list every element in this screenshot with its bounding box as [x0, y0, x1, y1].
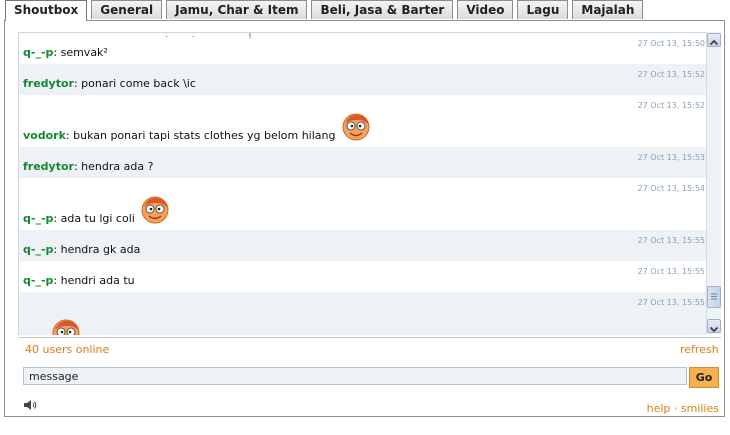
message-timestamp: 27 Oct 13, 15:55	[637, 236, 705, 245]
smiley-face-icon	[141, 196, 169, 224]
chat-scrollbar[interactable]	[706, 32, 721, 334]
message-username[interactable]: q-_-p	[23, 46, 53, 59]
message-timestamp: 27 Oct 13, 15:55	[637, 298, 705, 307]
help-link[interactable]: help	[647, 402, 671, 415]
message-timestamp: 27 Oct 13, 15:54	[637, 184, 705, 193]
tab-lagu[interactable]: Lagu	[517, 0, 569, 19]
arrow-down-icon	[709, 326, 719, 333]
tab-video[interactable]: Video	[457, 0, 514, 19]
tab-bar: Shoutbox General Jamu, Char & Item Beli,…	[5, 0, 647, 21]
shoutbox-panel: ' ' ' . ' ' . ' ' ' ' ' '( ' ' ' ' ' ' '…	[4, 20, 725, 417]
smilies-link[interactable]: smilies	[681, 402, 719, 415]
tab-beli-jasa-barter[interactable]: Beli, Jasa & Barter	[311, 0, 454, 19]
message-timestamp: 27 Oct 13, 15:52	[637, 70, 705, 79]
chat-message: 27 Oct 13, 15:53 fredytor: hendra ada ?	[19, 147, 707, 178]
message-username[interactable]: q-_-p	[23, 212, 53, 225]
chat-message: 27 Oct 13, 15:55 q-_-p: hendri ada tu	[19, 261, 707, 292]
smiley-face-icon	[342, 113, 370, 141]
message-timestamp: 27 Oct 13, 15:53	[637, 153, 705, 162]
message-username[interactable]: q-_-p	[23, 243, 53, 256]
message-text: : hendra gk ada	[53, 243, 141, 256]
divider	[18, 337, 721, 338]
message-text: : ponari come back \ic	[73, 77, 196, 90]
speaker-icon[interactable]	[23, 399, 37, 411]
tab-general[interactable]: General	[91, 0, 163, 19]
arrow-up-icon	[709, 39, 719, 46]
message-username[interactable]: q-_-p	[23, 274, 53, 287]
message-text: : semvak²	[53, 46, 108, 59]
chat-message: 27 Oct 13, 15:52 fredytor: ponari come b…	[19, 64, 707, 95]
message-text: : hendra ada ?	[73, 160, 154, 173]
chat-message: 27 Oct 13, 15:55 q-_-p: hendra gk ada	[19, 230, 707, 261]
refresh-link[interactable]: refresh	[680, 343, 719, 356]
scroll-thumb[interactable]	[707, 286, 721, 308]
message-username[interactable]: fredytor	[23, 77, 74, 90]
message-timestamp: 27 Oct 13, 15:55	[637, 267, 705, 276]
grip-icon	[711, 293, 717, 300]
message-text: : ada tu lgi coli	[53, 212, 135, 225]
chat-message: 27 Oct 13, 15:50 q-_-p: semvak²	[19, 33, 707, 64]
message-username[interactable]: fredytor	[23, 160, 74, 173]
scroll-up-button[interactable]	[707, 33, 721, 47]
message-input[interactable]	[23, 367, 687, 385]
link-separator: ·	[670, 402, 681, 415]
scroll-down-button[interactable]	[707, 319, 721, 333]
message-timestamp: 27 Oct 13, 15:52	[637, 101, 705, 110]
message-username[interactable]: vodork	[23, 129, 66, 142]
chat-messages[interactable]: ' ' ' . ' ' . ' ' ' ' ' '( ' ' ' ' ' ' '…	[18, 32, 707, 335]
chat-message: 27 Oct 13, 15:54 q-_-p: ada tu lgi coli	[19, 178, 707, 230]
go-button[interactable]: Go	[689, 367, 719, 388]
tab-shoutbox[interactable]: Shoutbox	[5, 0, 88, 21]
users-online[interactable]: 40 users online	[25, 343, 109, 356]
message-text: : hendri ada tu	[53, 274, 135, 287]
chat-message: 27 Oct 13, 15:55	[19, 292, 707, 335]
tab-majalah[interactable]: Majalah	[572, 0, 644, 19]
tab-jamu-char-item[interactable]: Jamu, Char & Item	[166, 0, 308, 19]
smiley-face-icon	[52, 319, 80, 335]
footer-links: help · smilies	[647, 402, 719, 415]
message-timestamp: 27 Oct 13, 15:50	[637, 39, 705, 48]
chat-message: 27 Oct 13, 15:52 vodork: bukan ponari ta…	[19, 95, 707, 147]
message-text: : bukan ponari tapi stats clothes yg bel…	[65, 129, 336, 142]
